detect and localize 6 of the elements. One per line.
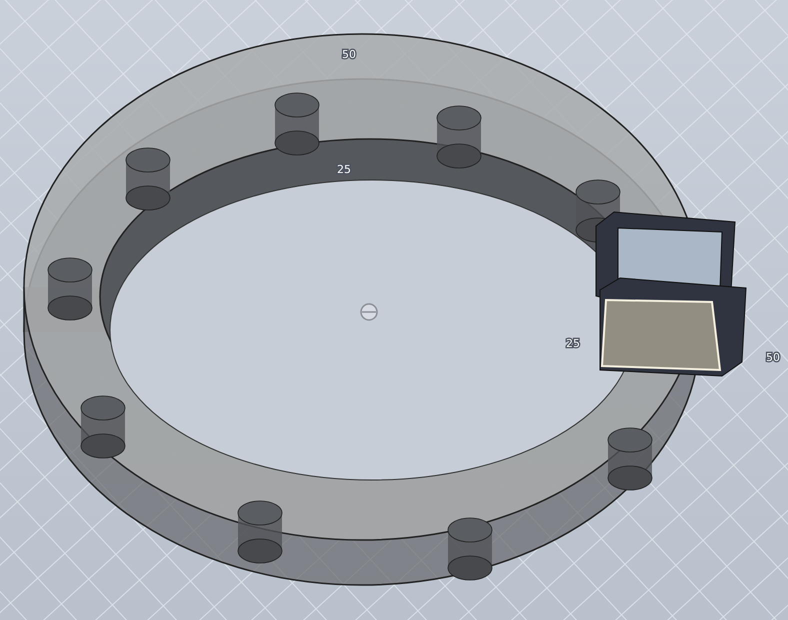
axis-label: 50 [342, 48, 356, 61]
viewport-canvas[interactable]: 50 25 25 50 [0, 0, 788, 620]
axis-label: 25 [337, 163, 351, 176]
origin-marker-icon [360, 303, 378, 321]
axis-label: 50 [766, 351, 780, 364]
axis-label: 25 [566, 337, 580, 350]
